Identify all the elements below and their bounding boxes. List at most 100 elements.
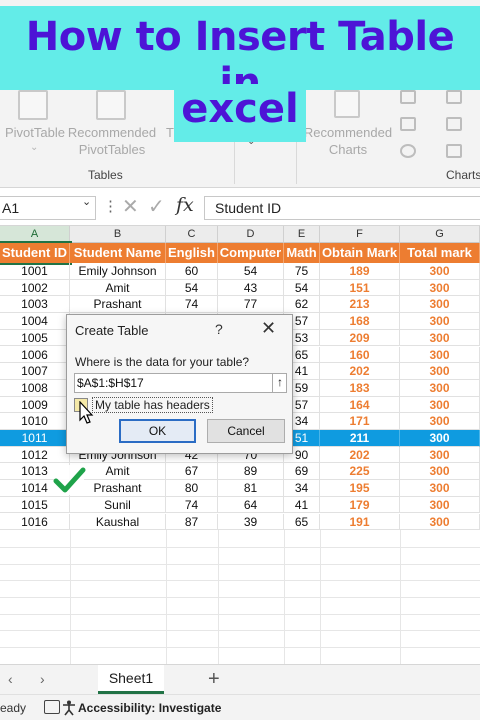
column-header[interactable]: B bbox=[70, 226, 166, 243]
more-options-icon[interactable]: ⋮ bbox=[103, 197, 118, 215]
macro-record-icon[interactable] bbox=[44, 700, 60, 714]
table-cell[interactable]: 81 bbox=[218, 480, 284, 497]
table-header-cell[interactable]: Student ID bbox=[0, 241, 72, 265]
table-cell[interactable]: 300 bbox=[400, 446, 480, 464]
table-cell[interactable]: 62 bbox=[284, 296, 320, 314]
table-cell[interactable]: 300 bbox=[400, 313, 480, 330]
table-cell[interactable]: Emily Johnson bbox=[70, 263, 166, 280]
table-cell[interactable]: 300 bbox=[400, 363, 480, 380]
insert-function-icon[interactable]: fx bbox=[176, 194, 194, 216]
table-cell[interactable]: 1008 bbox=[0, 379, 70, 397]
table-cell[interactable]: 151 bbox=[320, 279, 400, 297]
table-cell[interactable]: 168 bbox=[320, 313, 400, 330]
table-cell[interactable]: 1003 bbox=[0, 296, 70, 314]
table-cell[interactable]: 209 bbox=[320, 329, 400, 347]
pie-chart-icon[interactable] bbox=[400, 144, 416, 158]
table-cell[interactable]: 75 bbox=[284, 263, 320, 280]
table-cell[interactable]: 1004 bbox=[0, 313, 70, 330]
table-cell[interactable]: 195 bbox=[320, 480, 400, 497]
table-cell[interactable]: 189 bbox=[320, 263, 400, 280]
table-cell[interactable]: 60 bbox=[166, 263, 218, 280]
table-cell[interactable]: 1009 bbox=[0, 396, 70, 414]
table-cell[interactable]: 1001 bbox=[0, 263, 70, 280]
table-cell[interactable]: 1011 bbox=[0, 430, 70, 447]
table-cell[interactable]: 300 bbox=[400, 480, 480, 497]
table-cell[interactable]: 300 bbox=[400, 263, 480, 280]
table-cell[interactable]: 171 bbox=[320, 413, 400, 430]
table-cell[interactable]: 183 bbox=[320, 379, 400, 397]
table-cell[interactable]: 1002 bbox=[0, 279, 70, 297]
table-cell[interactable]: 64 bbox=[218, 496, 284, 514]
table-cell[interactable]: 300 bbox=[400, 513, 480, 531]
formula-input[interactable]: Student ID bbox=[204, 196, 480, 220]
next-sheet-icon[interactable]: › bbox=[40, 671, 45, 687]
table-cell[interactable]: 1006 bbox=[0, 346, 70, 364]
table-cell[interactable]: 1007 bbox=[0, 363, 70, 380]
table-cell[interactable]: 202 bbox=[320, 363, 400, 380]
help-icon[interactable]: ? bbox=[215, 321, 223, 337]
table-cell[interactable]: 80 bbox=[166, 480, 218, 497]
table-header-cell[interactable]: Math bbox=[284, 243, 320, 263]
column-header[interactable]: D bbox=[218, 226, 284, 243]
table-cell[interactable]: 211 bbox=[320, 430, 400, 447]
statistic-chart-icon[interactable] bbox=[446, 117, 462, 131]
table-cell[interactable]: 89 bbox=[218, 463, 284, 481]
table-cell[interactable]: 202 bbox=[320, 446, 400, 464]
table-header-cell[interactable]: English bbox=[166, 243, 218, 263]
table-cell[interactable]: 69 bbox=[284, 463, 320, 481]
table-cell[interactable]: 1010 bbox=[0, 413, 70, 430]
table-cell[interactable]: 300 bbox=[400, 430, 480, 447]
table-cell[interactable]: 74 bbox=[166, 496, 218, 514]
table-cell[interactable]: 65 bbox=[284, 513, 320, 531]
table-cell[interactable]: 34 bbox=[284, 480, 320, 497]
table-cell[interactable]: Prashant bbox=[70, 296, 166, 314]
accessibility-status[interactable]: Accessibility: Investigate bbox=[78, 701, 221, 715]
table-cell[interactable]: 1012 bbox=[0, 446, 70, 464]
table-cell[interactable]: 160 bbox=[320, 346, 400, 364]
chevron-down-icon[interactable]: ⌄ bbox=[82, 195, 91, 208]
column-header[interactable]: C bbox=[166, 226, 218, 243]
table-cell[interactable]: 54 bbox=[166, 279, 218, 297]
table-cell[interactable]: 164 bbox=[320, 396, 400, 414]
table-cell[interactable]: 300 bbox=[400, 329, 480, 347]
collapse-dialog-icon[interactable]: ↑ bbox=[272, 374, 287, 392]
column-header[interactable]: G bbox=[400, 226, 480, 243]
line-chart-icon[interactable] bbox=[400, 117, 416, 131]
close-icon[interactable]: ✕ bbox=[261, 318, 276, 339]
table-cell[interactable]: 54 bbox=[284, 279, 320, 297]
table-cell[interactable]: 54 bbox=[218, 263, 284, 280]
table-cell[interactable]: 300 bbox=[400, 496, 480, 514]
table-cell[interactable]: 74 bbox=[166, 296, 218, 314]
headers-checkbox-label[interactable]: My table has headers bbox=[92, 397, 213, 413]
table-cell[interactable]: 300 bbox=[400, 379, 480, 397]
tab-sheet1[interactable]: Sheet1 bbox=[98, 665, 164, 694]
table-cell[interactable]: 41 bbox=[284, 496, 320, 514]
table-cell[interactable]: 300 bbox=[400, 413, 480, 430]
table-cell[interactable]: 300 bbox=[400, 396, 480, 414]
table-cell[interactable]: 213 bbox=[320, 296, 400, 314]
column-header[interactable]: F bbox=[320, 226, 400, 243]
table-header-cell[interactable]: Obtain Mark bbox=[320, 243, 400, 263]
table-header-cell[interactable]: Computer bbox=[218, 243, 284, 263]
recommended-pivottables-button[interactable]: Recommended PivotTables bbox=[66, 124, 158, 158]
table-cell[interactable]: 39 bbox=[218, 513, 284, 531]
table-header-cell[interactable]: Total mark bbox=[400, 243, 480, 263]
scatter-chart-icon[interactable] bbox=[446, 144, 462, 158]
cancel-button[interactable]: Cancel bbox=[207, 419, 285, 443]
table-cell[interactable]: 43 bbox=[218, 279, 284, 297]
table-cell[interactable]: Sunil bbox=[70, 496, 166, 514]
range-input[interactable]: $A$1:$H$17 ↑ bbox=[74, 373, 287, 393]
table-cell[interactable]: 67 bbox=[166, 463, 218, 481]
table-cell[interactable]: 300 bbox=[400, 463, 480, 481]
table-cell[interactable]: 1016 bbox=[0, 513, 70, 531]
table-cell[interactable]: 1005 bbox=[0, 329, 70, 347]
table-cell[interactable]: 77 bbox=[218, 296, 284, 314]
table-cell[interactable]: 191 bbox=[320, 513, 400, 531]
enter-check-icon[interactable]: ✓ bbox=[148, 194, 165, 219]
table-cell[interactable]: Amit bbox=[70, 279, 166, 297]
table-cell[interactable]: 179 bbox=[320, 496, 400, 514]
recommended-charts-button[interactable]: Recommended Charts bbox=[302, 124, 394, 158]
pivottable-button[interactable]: PivotTable bbox=[4, 124, 66, 141]
table-cell[interactable]: 1015 bbox=[0, 496, 70, 514]
table-cell[interactable]: 225 bbox=[320, 463, 400, 481]
